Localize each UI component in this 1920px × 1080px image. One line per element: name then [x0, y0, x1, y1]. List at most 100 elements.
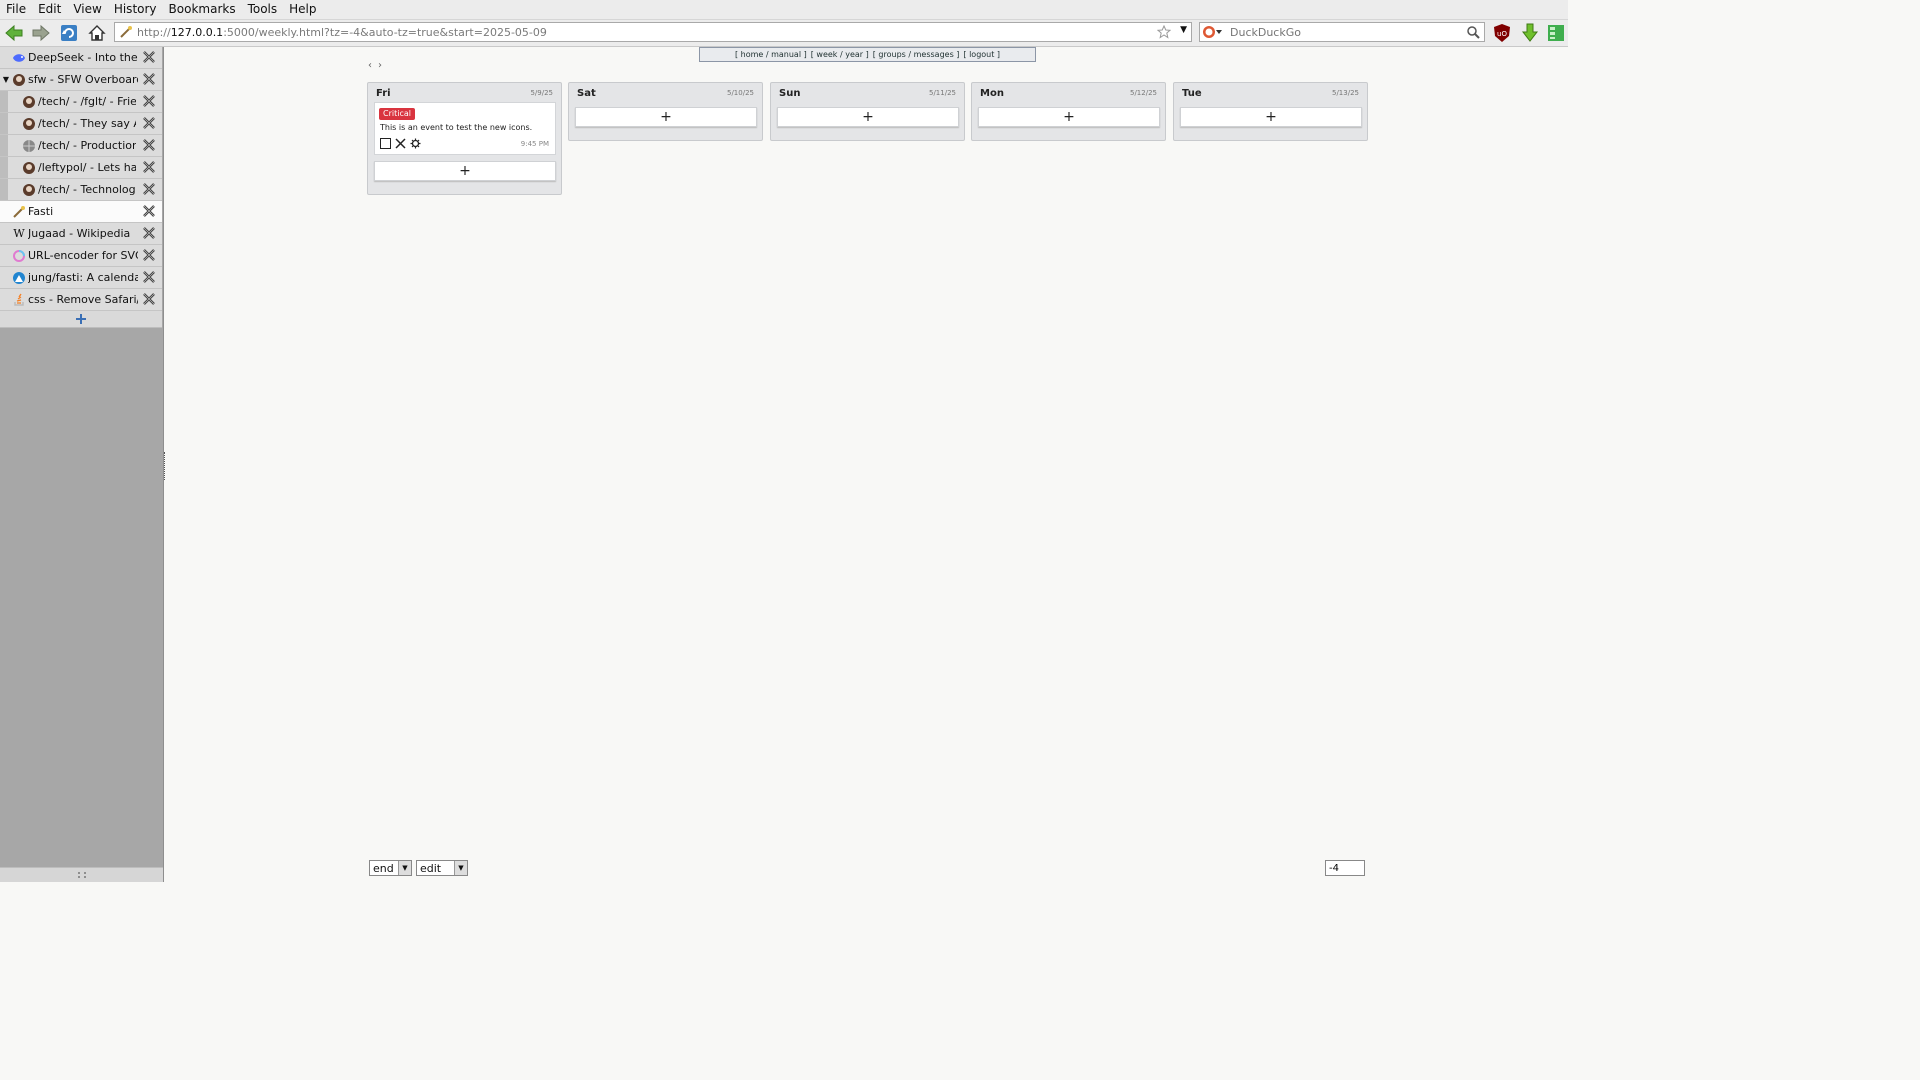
duckduckgo-engine-icon[interactable] — [1202, 25, 1224, 39]
back-button[interactable] — [3, 22, 25, 44]
add-event-button[interactable]: + — [575, 107, 757, 127]
home-button[interactable] — [86, 22, 108, 44]
timezone-offset-input[interactable] — [1325, 860, 1365, 876]
end-select-value: end — [373, 861, 394, 875]
tab-item[interactable]: URL-encoder for SVG — [0, 245, 162, 267]
next-week-link[interactable]: › — [378, 60, 388, 71]
close-tab-icon[interactable] — [142, 248, 156, 262]
close-tab-icon[interactable] — [142, 292, 156, 306]
tab-item[interactable]: /leftypol/ - Lets have — [0, 157, 162, 179]
board-icon — [22, 183, 36, 197]
tab-sidebar-icon — [1548, 25, 1564, 41]
end-select[interactable]: end ▼ — [369, 860, 412, 876]
search-bar[interactable] — [1199, 22, 1485, 42]
download-arrow-icon — [1521, 23, 1539, 42]
day-date: 5/11/25 — [929, 89, 956, 97]
event-card[interactable]: Critical This is an event to test the ne… — [374, 102, 556, 155]
add-event-button[interactable]: + — [777, 107, 959, 127]
week-pager: ‹› — [368, 60, 388, 71]
close-tab-icon[interactable] — [142, 116, 156, 130]
bookmark-star-icon[interactable] — [1156, 24, 1172, 42]
deepseek-icon — [12, 51, 26, 65]
edit-select[interactable]: edit ▼ — [416, 860, 468, 876]
tab-item[interactable]: W Jugaad - Wikipedia — [0, 223, 162, 245]
downloads-button[interactable] — [1519, 22, 1541, 44]
close-tab-icon[interactable] — [142, 72, 156, 86]
add-event-button[interactable]: + — [374, 161, 556, 181]
year-link[interactable]: year — [845, 50, 863, 59]
sidebar-splitter[interactable] — [164, 452, 168, 480]
home-link[interactable]: home — [741, 50, 764, 59]
tab-item[interactable]: /tech/ - Production S — [0, 135, 162, 157]
search-input[interactable] — [1228, 24, 1462, 40]
back-arrow-icon — [5, 24, 23, 42]
tab-item[interactable]: /tech/ - They say AI — [0, 113, 162, 135]
tab-title: /tech/ - Production S — [38, 139, 136, 152]
menubar: File Edit View History Bookmarks Tools H… — [0, 0, 1568, 20]
close-tab-icon[interactable] — [142, 94, 156, 108]
close-tab-icon[interactable] — [142, 182, 156, 196]
tab-item[interactable]: /tech/ - Technology — [0, 179, 162, 201]
menu-help[interactable]: Help — [283, 0, 322, 19]
menu-view[interactable]: View — [67, 0, 107, 19]
day-date: 5/10/25 — [727, 89, 754, 97]
day-column-sun: Sun 5/11/25 + — [770, 82, 965, 141]
previous-week-link[interactable]: ‹ — [368, 60, 378, 71]
forward-button[interactable] — [30, 22, 52, 44]
checkbox-icon[interactable] — [380, 138, 391, 149]
menu-file[interactable]: File — [0, 0, 32, 19]
day-name: Sat — [577, 88, 596, 99]
add-event-button[interactable]: + — [1180, 107, 1362, 127]
wikipedia-icon: W — [13, 227, 25, 240]
sidebar-resize-grip[interactable] — [0, 867, 163, 882]
tab-item[interactable]: /tech/ - /fglt/ - Friendly — [0, 91, 162, 113]
close-tab-icon[interactable] — [142, 204, 156, 218]
tab-item[interactable]: DeepSeek - Into the Unknown — [0, 47, 162, 69]
day-name: Fri — [376, 88, 391, 99]
tab-list: DeepSeek - Into the Unknown ▼ sfw - SFW … — [0, 47, 162, 328]
nav-group-views: [ week / year ] — [810, 50, 869, 59]
day-name: Tue — [1182, 88, 1202, 99]
week-link[interactable]: week — [816, 50, 837, 59]
tab-item[interactable]: css - Remove Safari/C — [0, 289, 162, 311]
reload-button[interactable] — [58, 22, 80, 44]
sidebar-toggle-button[interactable] — [1545, 22, 1567, 44]
close-tab-icon[interactable] — [142, 270, 156, 284]
menu-edit[interactable]: Edit — [32, 0, 67, 19]
close-tab-icon[interactable] — [142, 138, 156, 152]
tab-title: DeepSeek - Into the Unknown — [28, 51, 138, 64]
tab-title: css - Remove Safari/C — [28, 293, 138, 306]
manual-link[interactable]: manual — [771, 50, 801, 59]
codeberg-icon — [12, 271, 26, 285]
svg-encoder-icon — [12, 249, 26, 263]
url-dropdown-icon[interactable]: ▼ — [1180, 25, 1187, 35]
tab-title: /tech/ - They say AI — [38, 117, 136, 130]
ublock-button[interactable]: uO — [1491, 22, 1513, 44]
messages-link[interactable]: messages — [914, 50, 954, 59]
nav-group-social: [ groups / messages ] — [872, 50, 960, 59]
menu-bookmarks[interactable]: Bookmarks — [163, 0, 242, 19]
day-name: Sun — [779, 88, 801, 99]
search-magnifier-icon[interactable] — [1466, 25, 1480, 42]
tree-collapse-icon[interactable]: ▼ — [0, 75, 12, 84]
groups-link[interactable]: groups — [878, 50, 905, 59]
tab-item[interactable]: ▼ sfw - SFW Overboard — [0, 69, 162, 91]
add-event-button[interactable]: + — [978, 107, 1160, 127]
settings-gear-icon[interactable] — [410, 138, 421, 149]
menu-history[interactable]: History — [108, 0, 163, 19]
close-tab-icon[interactable] — [142, 50, 156, 64]
close-tab-icon[interactable] — [142, 226, 156, 240]
delete-x-icon[interactable] — [395, 138, 406, 149]
board-icon — [22, 95, 36, 109]
new-tab-button[interactable] — [0, 311, 162, 328]
tab-item-active[interactable]: Fasti — [0, 201, 162, 223]
menu-tools[interactable]: Tools — [242, 0, 284, 19]
url-text: http://127.0.0.1:5000/weekly.html?tz=-4&… — [137, 26, 547, 39]
nav-group-home: [ home / manual ] — [734, 50, 807, 59]
tab-item[interactable]: jung/fasti: A calendar s — [0, 267, 162, 289]
close-tab-icon[interactable] — [142, 160, 156, 174]
logout-link[interactable]: logout — [969, 50, 994, 59]
address-bar[interactable]: http://127.0.0.1:5000/weekly.html?tz=-4&… — [114, 22, 1192, 42]
tree-style-tab-sidebar: DeepSeek - Into the Unknown ▼ sfw - SFW … — [0, 47, 164, 882]
plus-icon — [76, 314, 86, 324]
